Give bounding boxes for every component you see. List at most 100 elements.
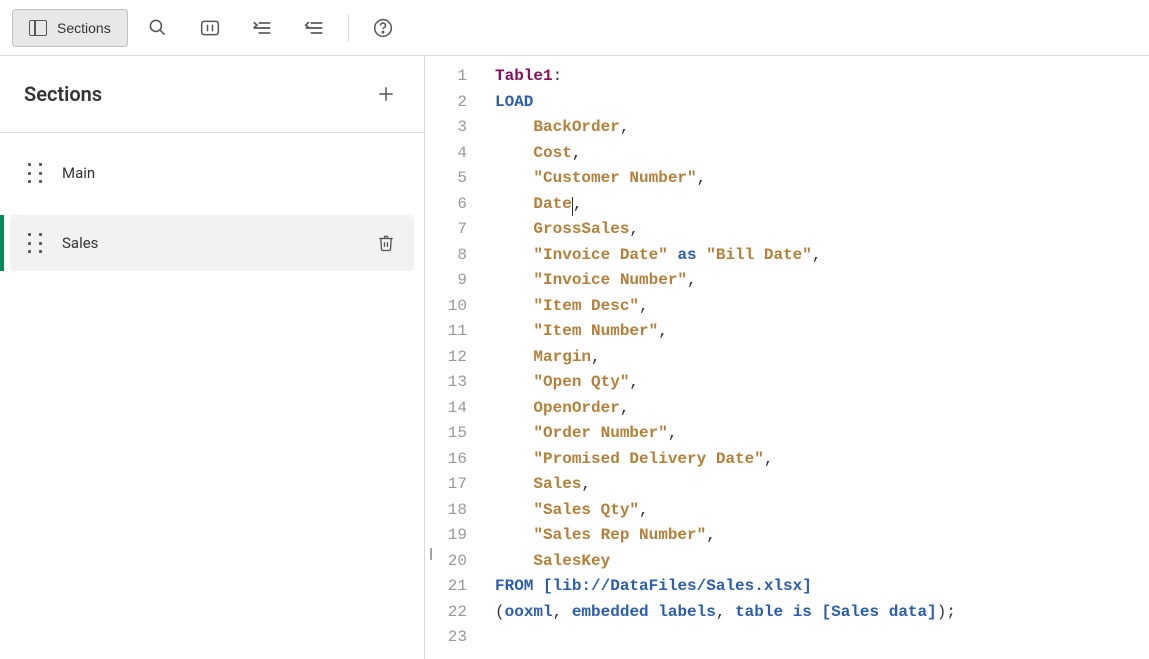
code-line[interactable]: BackOrder, [495, 115, 1149, 141]
token-punc [668, 246, 678, 264]
help-icon [373, 18, 393, 38]
token-punc: ); [937, 603, 956, 621]
indent-button[interactable] [240, 9, 284, 47]
code-line[interactable]: FROM [lib://DataFiles/Sales.xlsx] [495, 574, 1149, 600]
token-punc: , [764, 450, 774, 468]
add-section-button[interactable] [372, 80, 400, 108]
code-line[interactable]: Table1: [495, 64, 1149, 90]
code-line[interactable]: "Sales Rep Number", [495, 523, 1149, 549]
code-area[interactable]: Table1: LOAD BackOrder, Cost, "Customer N… [477, 64, 1149, 659]
token-field: "Bill Date" [706, 246, 812, 264]
help-button[interactable] [361, 9, 405, 47]
token-punc: , [658, 322, 668, 340]
code-line[interactable]: "Open Qty", [495, 370, 1149, 396]
sections-toggle-button[interactable]: Sections [12, 9, 128, 47]
drag-handle-icon[interactable] [28, 233, 42, 253]
line-number: 2 [425, 90, 467, 116]
delete-section-button[interactable] [374, 231, 398, 255]
token-punc: , [553, 603, 572, 621]
token-punc: , [668, 424, 678, 442]
code-editor[interactable]: 1234567891011121314151617181920212223 Ta… [425, 56, 1149, 659]
line-number: 22 [425, 600, 467, 626]
sidebar-title: Sections [24, 82, 102, 106]
token-field: GrossSales [533, 220, 629, 238]
token-field: BackOrder [533, 118, 619, 136]
token-punc: , [573, 195, 583, 213]
token-punc: , [620, 399, 630, 417]
comment-toggle-button[interactable] [188, 9, 232, 47]
code-line[interactable]: Date, [495, 192, 1149, 218]
token-punc [649, 603, 659, 621]
section-list: Main Sales [0, 133, 424, 283]
search-button[interactable] [136, 9, 180, 47]
token-field: "Item Desc" [533, 297, 639, 315]
token-punc: , [629, 220, 639, 238]
code-line[interactable]: (ooxml, embedded labels, table is [Sales… [495, 600, 1149, 626]
section-label: Main [62, 164, 398, 182]
line-number: 9 [425, 268, 467, 294]
outdent-icon [304, 19, 324, 37]
sections-toggle-label: Sections [57, 20, 111, 36]
indent-icon [252, 19, 272, 37]
code-line[interactable]: "Invoice Date" as "Bill Date", [495, 243, 1149, 269]
plus-icon [377, 85, 395, 103]
token-field: Cost [533, 144, 571, 162]
line-number: 11 [425, 319, 467, 345]
token-field: "Customer Number" [533, 169, 696, 187]
line-number: 17 [425, 472, 467, 498]
line-number: 4 [425, 141, 467, 167]
token-punc: , [687, 271, 697, 289]
token-kw: FROM [495, 577, 533, 595]
code-line[interactable]: Margin, [495, 345, 1149, 371]
code-line[interactable]: SalesKey [495, 549, 1149, 575]
token-punc: , [620, 118, 630, 136]
token-field: "Sales Qty" [533, 501, 639, 519]
token-kw: table [735, 603, 783, 621]
token-punc [533, 577, 543, 595]
token-punc: , [591, 348, 601, 366]
code-line[interactable]: "Item Number", [495, 319, 1149, 345]
code-line[interactable]: "Item Desc", [495, 294, 1149, 320]
token-field: "Open Qty" [533, 373, 629, 391]
body: Sections MainSales || 123456789101112131… [0, 56, 1149, 659]
line-number: 19 [425, 523, 467, 549]
token-field: Date [533, 195, 571, 213]
drag-handle-icon[interactable] [28, 163, 42, 183]
code-line[interactable]: "Customer Number", [495, 166, 1149, 192]
token-field: "Order Number" [533, 424, 667, 442]
line-number: 13 [425, 370, 467, 396]
outdent-button[interactable] [292, 9, 336, 47]
line-number: 1 [425, 64, 467, 90]
line-number: 7 [425, 217, 467, 243]
code-line[interactable]: "Promised Delivery Date", [495, 447, 1149, 473]
token-kw: as [677, 246, 696, 264]
splitter-handle[interactable]: || [429, 546, 430, 562]
section-item-main[interactable]: Main [10, 145, 414, 201]
panel-icon [29, 20, 47, 36]
token-punc: ( [495, 603, 505, 621]
code-line[interactable]: "Order Number", [495, 421, 1149, 447]
code-line[interactable]: Cost, [495, 141, 1149, 167]
comment-icon [200, 19, 220, 37]
token-label: Table1 [495, 67, 553, 85]
code-line[interactable] [495, 625, 1149, 651]
token-punc [697, 246, 707, 264]
token-field: "Invoice Number" [533, 271, 687, 289]
code-line[interactable]: OpenOrder, [495, 396, 1149, 422]
token-field: "Promised Delivery Date" [533, 450, 763, 468]
code-line[interactable]: Sales, [495, 472, 1149, 498]
code-line[interactable]: LOAD [495, 90, 1149, 116]
toolbar-divider [348, 14, 349, 42]
token-punc: , [639, 501, 649, 519]
token-field: Sales [533, 475, 581, 493]
line-number: 16 [425, 447, 467, 473]
search-icon [148, 18, 167, 37]
token-field: OpenOrder [533, 399, 619, 417]
token-kw: LOAD [495, 93, 533, 111]
section-item-sales[interactable]: Sales [10, 215, 414, 271]
code-line[interactable]: "Sales Qty", [495, 498, 1149, 524]
code-line[interactable]: "Invoice Number", [495, 268, 1149, 294]
line-number: 12 [425, 345, 467, 371]
token-lib: [lib://DataFiles/Sales.xlsx] [543, 577, 812, 595]
code-line[interactable]: GrossSales, [495, 217, 1149, 243]
